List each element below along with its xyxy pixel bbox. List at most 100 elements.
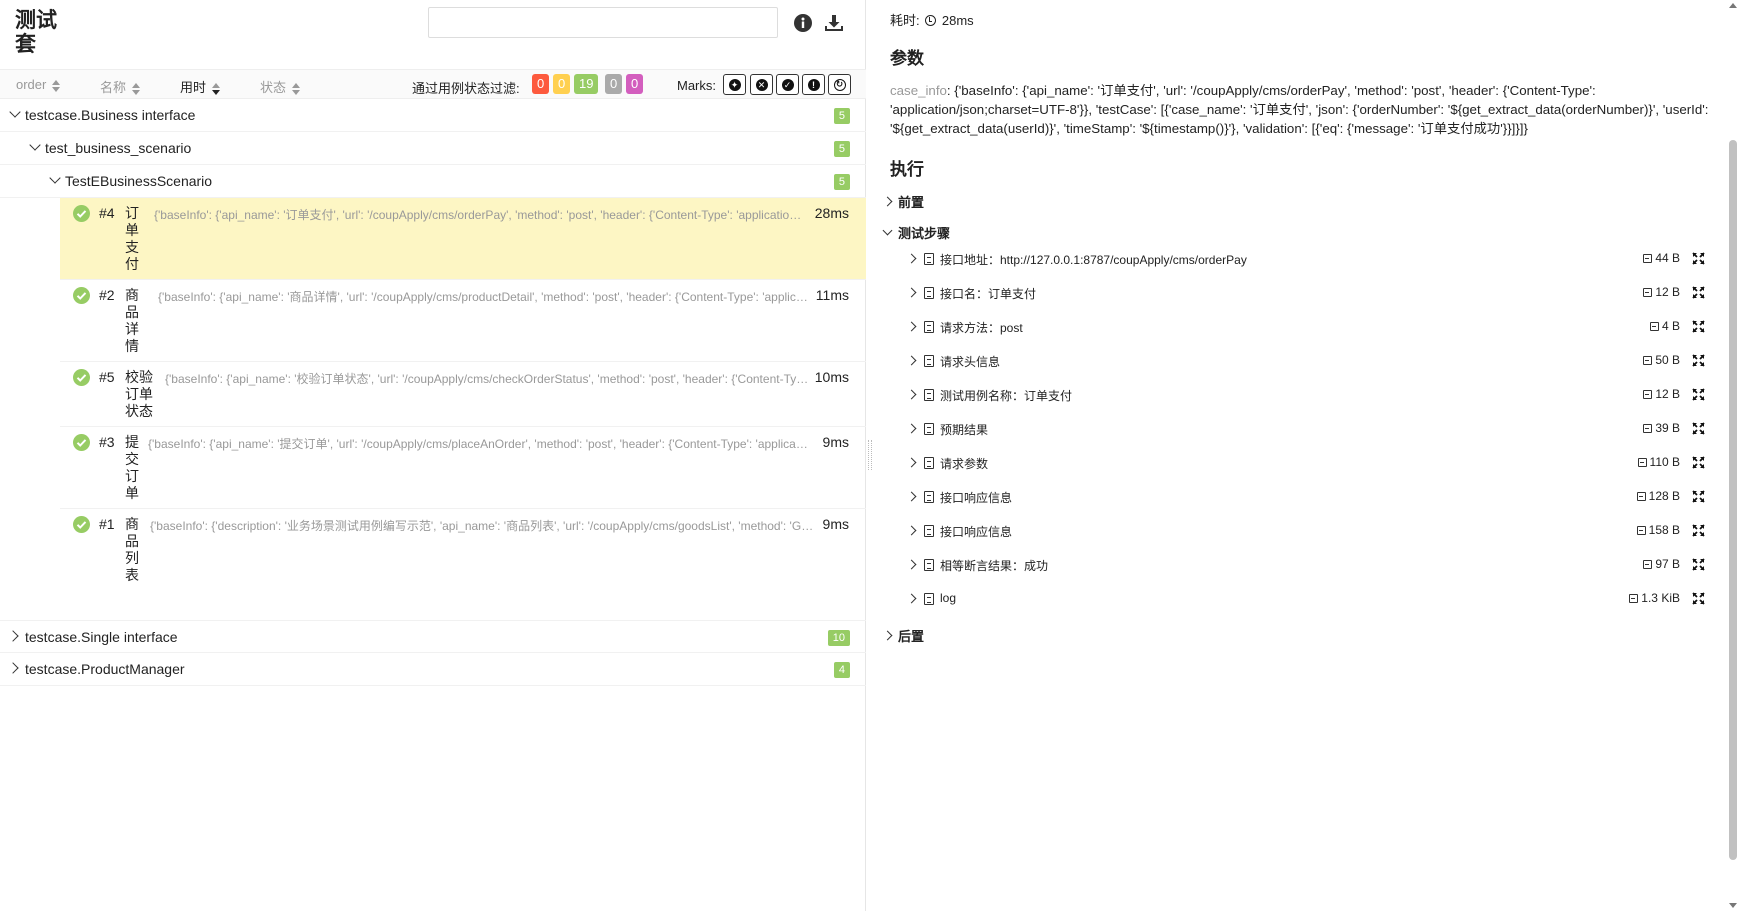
expand-icon[interactable] xyxy=(1692,320,1705,333)
step-label: 接口名：订单支付 xyxy=(940,287,1037,301)
step-size-value: 97 B xyxy=(1655,557,1680,571)
attachment-size-icon xyxy=(1643,390,1653,399)
test-step-row[interactable]: 相等断言结果：成功 97 B xyxy=(904,551,1710,579)
step-size: 39 B xyxy=(1643,421,1680,435)
tree-group-label: TestEBusinessScenario xyxy=(65,173,213,189)
expand-icon[interactable] xyxy=(1692,558,1705,571)
sort-name[interactable]: 名称 xyxy=(100,77,141,96)
test-step-row[interactable]: 接口地址：http://127.0.0.1:8787/coupApply/cms… xyxy=(904,245,1710,273)
case-description: {'baseInfo': {'api_name': '校验订单状态', 'url… xyxy=(165,372,809,386)
expand-icon[interactable] xyxy=(1692,524,1705,537)
step-size: 50 B xyxy=(1643,353,1680,367)
sort-duration[interactable]: 用时 xyxy=(180,77,221,96)
step-label: 测试用例名称：订单支付 xyxy=(940,389,1073,403)
step-size-value: 1.3 KiB xyxy=(1641,591,1680,605)
status-filter-broken[interactable]: 0 xyxy=(553,74,571,94)
test-case-row[interactable]: #2 商品详情 {'baseInfo': {'api_name': '商品详情'… xyxy=(60,280,866,362)
setup-label: 前置 xyxy=(898,195,925,210)
step-label: 请求参数 xyxy=(940,457,989,471)
step-size-value: 39 B xyxy=(1655,421,1680,435)
tree-group-count: 10 xyxy=(827,630,850,646)
file-icon xyxy=(924,559,934,571)
test-step-row[interactable]: 接口响应信息 158 B xyxy=(904,517,1710,545)
case-number: #3 xyxy=(99,434,115,450)
test-case-row[interactable]: #1 商品列表 {'baseInfo': {'description': '业务… xyxy=(60,509,866,591)
attachment-size-icon xyxy=(1643,288,1653,297)
tree-group-class[interactable]: TestEBusinessScenario 5 xyxy=(0,165,866,198)
file-icon xyxy=(924,457,934,469)
mark-new-passed-button[interactable]: ✓ xyxy=(776,74,799,95)
sort-order[interactable]: order xyxy=(16,77,61,92)
step-size-value: 44 B xyxy=(1655,251,1680,265)
attachment-size-icon xyxy=(1637,458,1647,467)
chevron-right-icon xyxy=(906,559,917,570)
file-icon xyxy=(924,287,934,299)
status-filter-unknown[interactable]: 0 xyxy=(626,74,644,94)
expand-icon[interactable] xyxy=(1692,354,1705,367)
setup-group[interactable]: 前置 xyxy=(882,192,925,211)
mark-retries-button[interactable]: ↻ xyxy=(828,74,851,95)
retries-icon: ↻ xyxy=(833,78,846,91)
status-filter-failed[interactable]: 0 xyxy=(532,74,550,94)
expand-icon[interactable] xyxy=(1692,456,1705,469)
expand-icon[interactable] xyxy=(1692,592,1705,605)
chevron-right-icon xyxy=(882,196,893,207)
chevron-right-icon xyxy=(906,525,917,536)
tree-group-module[interactable]: test_business_scenario 5 xyxy=(0,132,866,165)
params-heading: 参数 xyxy=(890,49,924,68)
test-step-row[interactable]: 接口响应信息 128 B xyxy=(904,483,1710,511)
search-input[interactable] xyxy=(428,7,778,38)
tree-group-single-interface[interactable]: testcase.Single interface 10 xyxy=(0,620,866,653)
attachment-size-icon xyxy=(1643,560,1653,569)
scrollbar[interactable] xyxy=(1726,0,1740,911)
scroll-up-arrow-icon[interactable] xyxy=(1729,3,1737,8)
pane-resize-handle[interactable] xyxy=(868,440,872,470)
test-case-row[interactable]: #4 订单支付 {'baseInfo': {'api_name': '订单支付'… xyxy=(60,198,866,280)
chevron-right-icon xyxy=(906,253,917,264)
step-size-value: 110 B xyxy=(1649,455,1680,469)
test-step-row[interactable]: 请求头信息 50 B xyxy=(904,347,1710,375)
sort-order-label: order xyxy=(16,77,47,92)
expand-icon[interactable] xyxy=(1692,490,1705,503)
status-filter-passed[interactable]: 19 xyxy=(574,74,599,94)
file-icon xyxy=(924,525,934,537)
test-step-row[interactable]: 请求参数 110 B xyxy=(904,449,1710,477)
scrollbar-thumb[interactable] xyxy=(1729,140,1737,860)
chevron-right-icon xyxy=(906,389,917,400)
download-icon[interactable] xyxy=(823,12,845,34)
mark-new-failed-button[interactable]: ✕ xyxy=(750,74,773,95)
chevron-right-icon xyxy=(906,321,917,332)
test-step-row[interactable]: 请求方法：post 4 B xyxy=(904,313,1710,341)
new-passed-icon: ✓ xyxy=(781,78,794,91)
attachment-size-icon xyxy=(1643,424,1653,433)
chevron-down-icon xyxy=(49,172,61,184)
test-step-row[interactable]: 测试用例名称：订单支付 12 B xyxy=(904,381,1710,409)
tree-group-product-manager[interactable]: testcase.ProductManager 4 xyxy=(0,653,866,686)
step-size-value: 12 B xyxy=(1655,387,1680,401)
test-case-row[interactable]: #3 提交订单 {'baseInfo': {'api_name': '提交订单'… xyxy=(60,427,866,509)
duration-value: 28ms xyxy=(941,13,974,28)
case-name: 提交订单 xyxy=(125,434,139,501)
expand-icon[interactable] xyxy=(1692,422,1705,435)
info-icon[interactable] xyxy=(792,12,814,34)
scroll-down-arrow-icon[interactable] xyxy=(1729,903,1737,908)
step-size: 110 B xyxy=(1637,455,1680,469)
test-step-row[interactable]: log 1.3 KiB xyxy=(904,585,1710,613)
test-step-row[interactable]: 预期结果 39 B xyxy=(904,415,1710,443)
test-steps-group[interactable]: 测试步骤 xyxy=(882,223,950,242)
expand-icon[interactable] xyxy=(1692,388,1705,401)
status-filter-skipped[interactable]: 0 xyxy=(605,74,623,94)
case-duration: 11ms xyxy=(815,287,849,303)
new-failed-icon: ✕ xyxy=(755,78,768,91)
mark-flaky-button[interactable]: ✦ xyxy=(723,74,746,95)
test-step-row[interactable]: 接口名：订单支付 12 B xyxy=(904,279,1710,307)
sort-icon xyxy=(292,82,301,95)
attachment-size-icon xyxy=(1643,254,1653,263)
tree-group-root[interactable]: testcase.Business interface 5 xyxy=(0,99,866,132)
expand-icon[interactable] xyxy=(1692,252,1705,265)
teardown-group[interactable]: 后置 xyxy=(882,626,924,645)
expand-icon[interactable] xyxy=(1692,286,1705,299)
test-case-row[interactable]: #5 校验订单状态 {'baseInfo': {'api_name': '校验订… xyxy=(60,362,866,427)
mark-new-broken-button[interactable]: ! xyxy=(802,74,825,95)
sort-status[interactable]: 状态 xyxy=(260,77,301,96)
